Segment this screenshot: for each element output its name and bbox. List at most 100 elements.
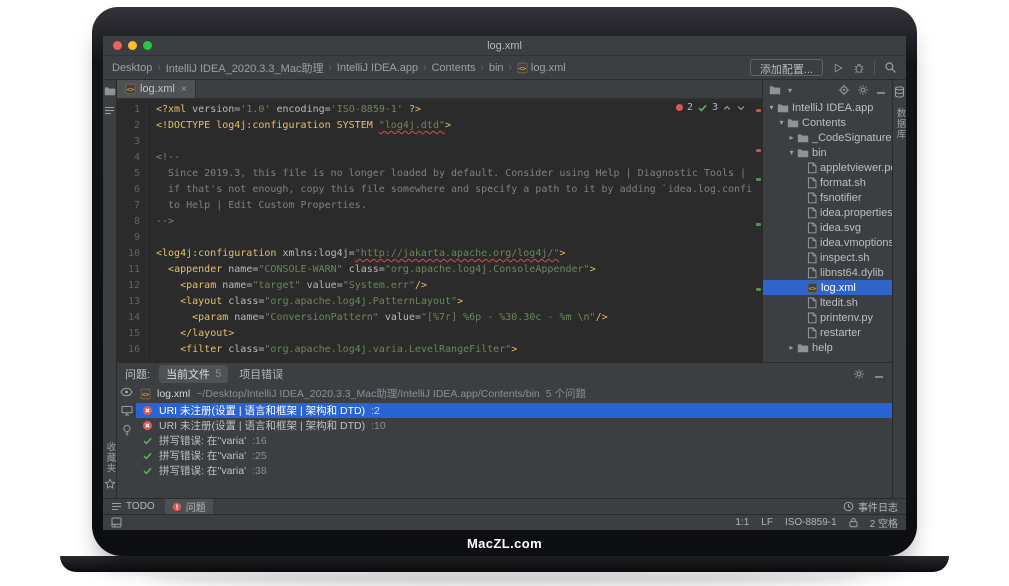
tree-item[interactable]: ▾IntelliJ IDEA.app <box>763 100 892 115</box>
code-line[interactable]: 1<?xml version='1.0' encoding='ISO-8859-… <box>117 102 762 118</box>
toolwindow-toggle-icon[interactable] <box>111 517 122 528</box>
favorites-star-icon[interactable] <box>104 478 116 490</box>
event-log-label: 事件日志 <box>858 499 898 514</box>
file-encoding[interactable]: ISO-8859-1 <box>785 517 837 528</box>
favorites-stripe-label[interactable]: 收藏夹 <box>103 442 117 474</box>
tree-item[interactable]: fsnotifier <box>763 190 892 205</box>
project-view-icon[interactable] <box>769 85 781 95</box>
ide-window: log.xml Desktop›IntelliJ IDEA_2020.3.3_M… <box>103 36 906 530</box>
preview-source-icon[interactable] <box>121 405 133 416</box>
error-stripe[interactable] <box>754 99 762 362</box>
breadcrumb-separator: › <box>423 62 426 73</box>
error-stripe-mark[interactable] <box>756 178 761 181</box>
close-tab-icon[interactable]: × <box>181 84 187 95</box>
tree-item[interactable]: ▾Contents <box>763 115 892 130</box>
problem-row[interactable]: 拼写错误: 在''varia':25 <box>136 448 892 463</box>
tree-item[interactable]: idea.properties <box>763 205 892 220</box>
tree-item[interactable]: ▸help <box>763 340 892 355</box>
inspections-widget[interactable]: 2 3 <box>673 102 749 113</box>
code-line[interactable]: 10<log4j:configuration xmlns:log4j="http… <box>117 246 762 262</box>
project-tree-panel: ▾ ▾IntelliJ IDEA.app▾Contents▸_CodeSigna… <box>762 80 892 362</box>
code-line[interactable]: 4<!-- <box>117 150 762 166</box>
breadcrumb-item[interactable]: Contents <box>431 62 475 74</box>
code-line[interactable]: 9 <box>117 230 762 246</box>
database-stripe-icon[interactable] <box>894 86 905 98</box>
breadcrumb-item[interactable]: <>log.xml <box>517 62 566 74</box>
code-lines[interactable]: 1<?xml version='1.0' encoding='ISO-8859-… <box>117 99 762 362</box>
caret-position[interactable]: 1:1 <box>735 517 749 528</box>
problem-row[interactable]: 拼写错误: 在''varia':16 <box>136 433 892 448</box>
code-line[interactable]: 16 <filter class="org.apache.log4j.varia… <box>117 342 762 358</box>
chevron-down-icon[interactable]: ▾ <box>788 86 792 95</box>
tree-item[interactable]: format.sh <box>763 175 892 190</box>
previous-problem-icon[interactable] <box>722 103 732 113</box>
problem-row[interactable]: URI 未注册(设置 | 语言和框架 | 架构和 DTD):10 <box>136 418 892 433</box>
problems-tab[interactable]: 当前文件5 <box>159 365 228 383</box>
error-stripe-mark[interactable] <box>756 223 761 226</box>
indent-setting[interactable]: 2 空格 <box>870 515 898 530</box>
problems-toolwindow-button[interactable]: 问题 <box>165 499 213 514</box>
tree-item[interactable]: idea.svg <box>763 220 892 235</box>
tree-item[interactable]: ltedit.sh <box>763 295 892 310</box>
close-window-button[interactable] <box>113 41 122 50</box>
breadcrumb-item[interactable]: Desktop <box>112 62 152 74</box>
tree-item[interactable]: inspect.sh <box>763 250 892 265</box>
hide-panel-icon[interactable] <box>876 85 886 95</box>
code-line[interactable]: 13 <layout class="org.apache.log4j.Patte… <box>117 294 762 310</box>
database-stripe-label[interactable]: 数据库 <box>893 108 907 140</box>
tree-item[interactable]: idea.vmoptions <box>763 235 892 250</box>
tree-item[interactable]: ▸_CodeSignature <box>763 130 892 145</box>
code-line[interactable]: 15 </layout> <box>117 326 762 342</box>
quick-fix-bulb-icon[interactable] <box>122 424 132 437</box>
problem-row[interactable]: 拼写错误: 在''varia':38 <box>136 463 892 478</box>
code-line[interactable]: 8--> <box>117 214 762 230</box>
problems-settings-icon[interactable] <box>853 368 865 380</box>
search-everywhere-icon[interactable] <box>884 61 897 74</box>
code-line[interactable]: 6 if that's not enough, copy this file s… <box>117 182 762 198</box>
next-problem-icon[interactable] <box>736 103 746 113</box>
breadcrumb-item[interactable]: IntelliJ IDEA.app <box>337 62 418 74</box>
add-configuration-button[interactable]: 添加配置... <box>750 59 823 76</box>
code-line[interactable]: 7 to Help | Edit Custom Properties. <box>117 198 762 214</box>
error-stripe-mark[interactable] <box>756 149 761 152</box>
line-separator[interactable]: LF <box>761 517 773 528</box>
run-icon[interactable] <box>832 62 844 74</box>
error-stripe-mark[interactable] <box>756 109 761 112</box>
breadcrumb-item[interactable]: bin <box>489 62 504 74</box>
code-editor[interactable]: 1<?xml version='1.0' encoding='ISO-8859-… <box>117 99 762 362</box>
tree-item[interactable]: libnst64.dylib <box>763 265 892 280</box>
file-icon <box>807 162 817 174</box>
code-line[interactable]: 12 <param name="target" value="System.er… <box>117 278 762 294</box>
tree-item[interactable]: <>log.xml <box>763 280 892 295</box>
locate-file-icon[interactable] <box>838 84 850 96</box>
problems-tab[interactable]: 项目错误 <box>232 365 290 383</box>
lock-icon[interactable] <box>849 517 858 528</box>
error-stripe-mark[interactable] <box>756 288 761 291</box>
code-line[interactable]: 2<!DOCTYPE log4j:configuration SYSTEM "l… <box>117 118 762 134</box>
minimize-window-button[interactable] <box>128 41 137 50</box>
tree-item[interactable]: printenv.py <box>763 310 892 325</box>
debug-icon[interactable] <box>853 62 865 74</box>
problems-hide-icon[interactable] <box>874 369 884 379</box>
error-icon <box>142 420 153 431</box>
code-line[interactable]: 14 <param name="ConversionPattern" value… <box>117 310 762 326</box>
code-line[interactable]: 11 <appender name="CONSOLE-WARN" class="… <box>117 262 762 278</box>
tree-item[interactable]: appletviewer.policy <box>763 160 892 175</box>
problems-file-row[interactable]: <> log.xml ~/Desktop/IntelliJ IDEA_2020.… <box>136 384 892 403</box>
zoom-window-button[interactable] <box>143 41 152 50</box>
code-line[interactable]: 5 Since 2019.3, this file is no longer l… <box>117 166 762 182</box>
view-options-eye-icon[interactable] <box>120 387 133 397</box>
editor-tab-logxml[interactable]: <> log.xml × <box>117 80 196 98</box>
project-stripe-icon[interactable] <box>104 86 116 96</box>
code-line[interactable]: 3 <box>117 134 762 150</box>
svg-text:<>: <> <box>142 391 150 398</box>
xml-file-icon: <> <box>517 62 528 74</box>
breadcrumb-item[interactable]: IntelliJ IDEA_2020.3.3_Mac助理 <box>166 60 324 76</box>
problem-row[interactable]: URI 未注册(设置 | 语言和框架 | 架构和 DTD):2 <box>136 403 892 418</box>
structure-stripe-icon[interactable] <box>104 106 115 115</box>
tree-item[interactable]: restarter <box>763 325 892 340</box>
event-log-button[interactable]: 事件日志 <box>843 499 898 514</box>
tree-settings-icon[interactable] <box>857 84 869 96</box>
todo-toolwindow-button[interactable]: TODO <box>111 499 155 514</box>
tree-item[interactable]: ▾bin <box>763 145 892 160</box>
